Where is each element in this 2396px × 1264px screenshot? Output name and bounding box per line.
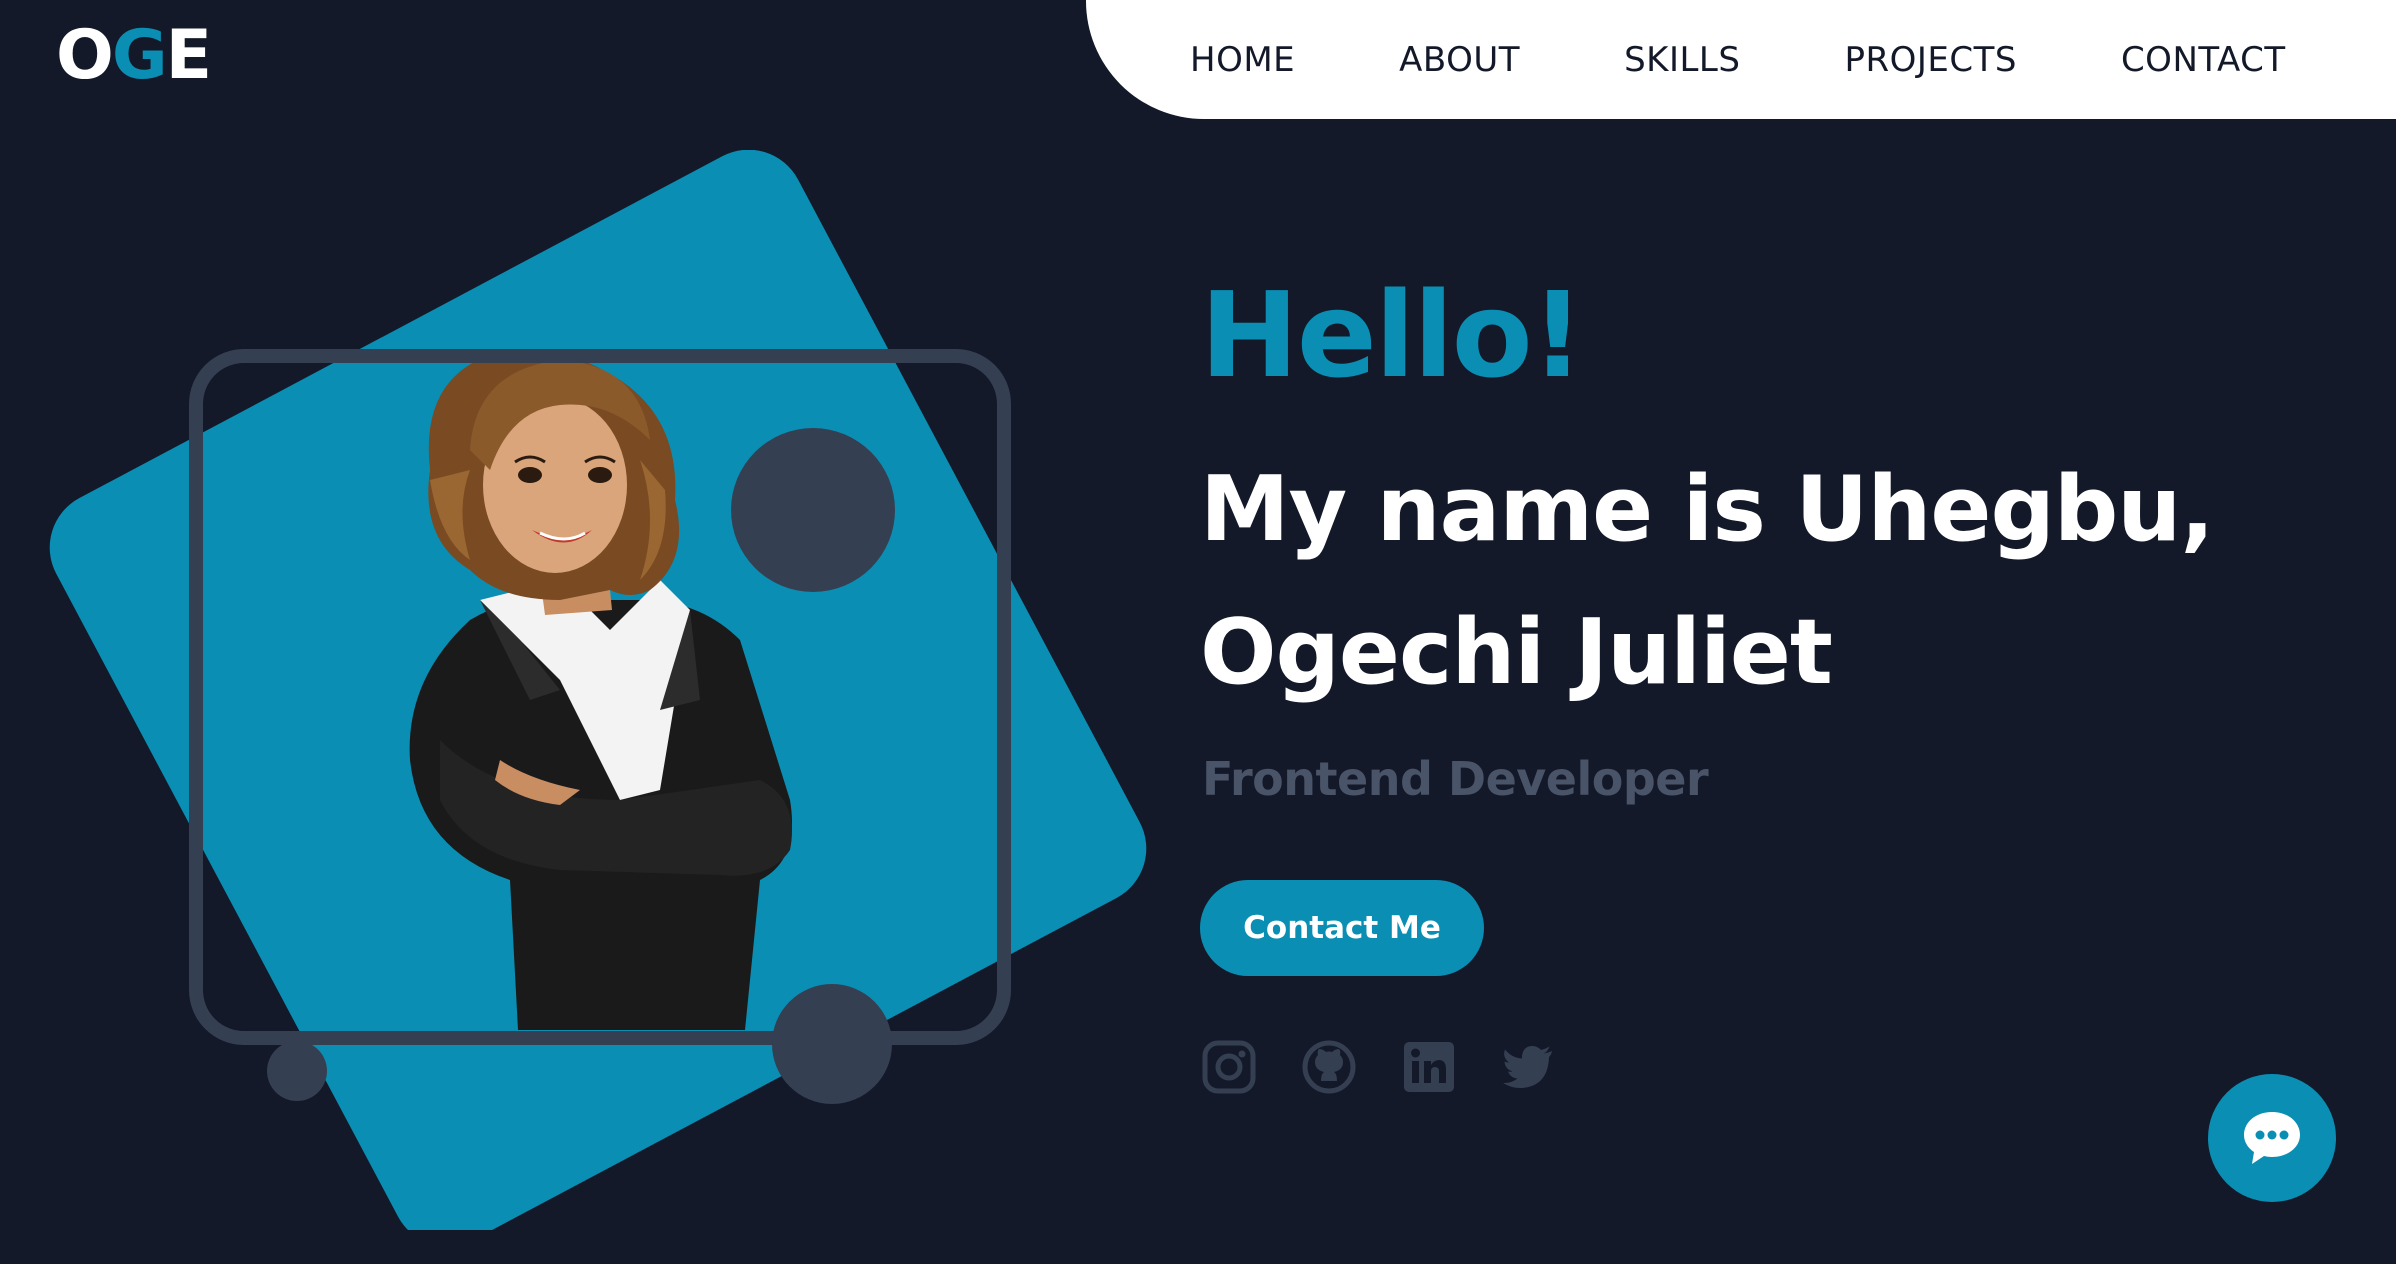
twitter-icon[interactable]: [1502, 1040, 1556, 1094]
contact-me-button[interactable]: Contact Me: [1200, 880, 1484, 976]
role-subtitle: Frontend Developer: [1202, 752, 1709, 806]
chat-bubble-icon: [2244, 1112, 2300, 1164]
social-links: [1202, 1040, 1556, 1094]
decor-circle-medium: [772, 984, 892, 1104]
instagram-icon[interactable]: [1202, 1040, 1256, 1094]
nav-skills[interactable]: SKILLS: [1624, 40, 1740, 80]
hero-page: OGE HOME ABOUT SKILLS PROJECTS CONTACT H…: [0, 0, 2396, 1264]
nav-projects[interactable]: PROJECTS: [1844, 40, 2017, 80]
github-icon[interactable]: [1302, 1040, 1356, 1094]
name-line-1: My name is Uhegbu,: [1200, 457, 2215, 562]
decor-circle-small: [267, 1041, 327, 1101]
site-logo[interactable]: OGE: [56, 22, 212, 90]
decor-circle-large: [731, 428, 895, 592]
nav-about[interactable]: ABOUT: [1399, 40, 1520, 80]
greeting-heading: Hello!: [1200, 266, 1585, 404]
name-heading: My name is Uhegbu, Ogechi Juliet: [1200, 438, 2350, 724]
main-nav: HOME ABOUT SKILLS PROJECTS CONTACT: [1086, 0, 2396, 119]
logo-letter-o: O: [56, 16, 114, 95]
name-line-2: Ogechi Juliet: [1200, 600, 1833, 705]
chat-button[interactable]: [2208, 1074, 2336, 1202]
logo-letter-g: G: [111, 16, 168, 95]
nav-home[interactable]: HOME: [1190, 40, 1295, 80]
linkedin-icon[interactable]: [1402, 1040, 1456, 1094]
nav-contact[interactable]: CONTACT: [2121, 40, 2286, 80]
logo-letter-e: E: [165, 16, 212, 95]
hero-illustration: [49, 150, 1147, 1230]
